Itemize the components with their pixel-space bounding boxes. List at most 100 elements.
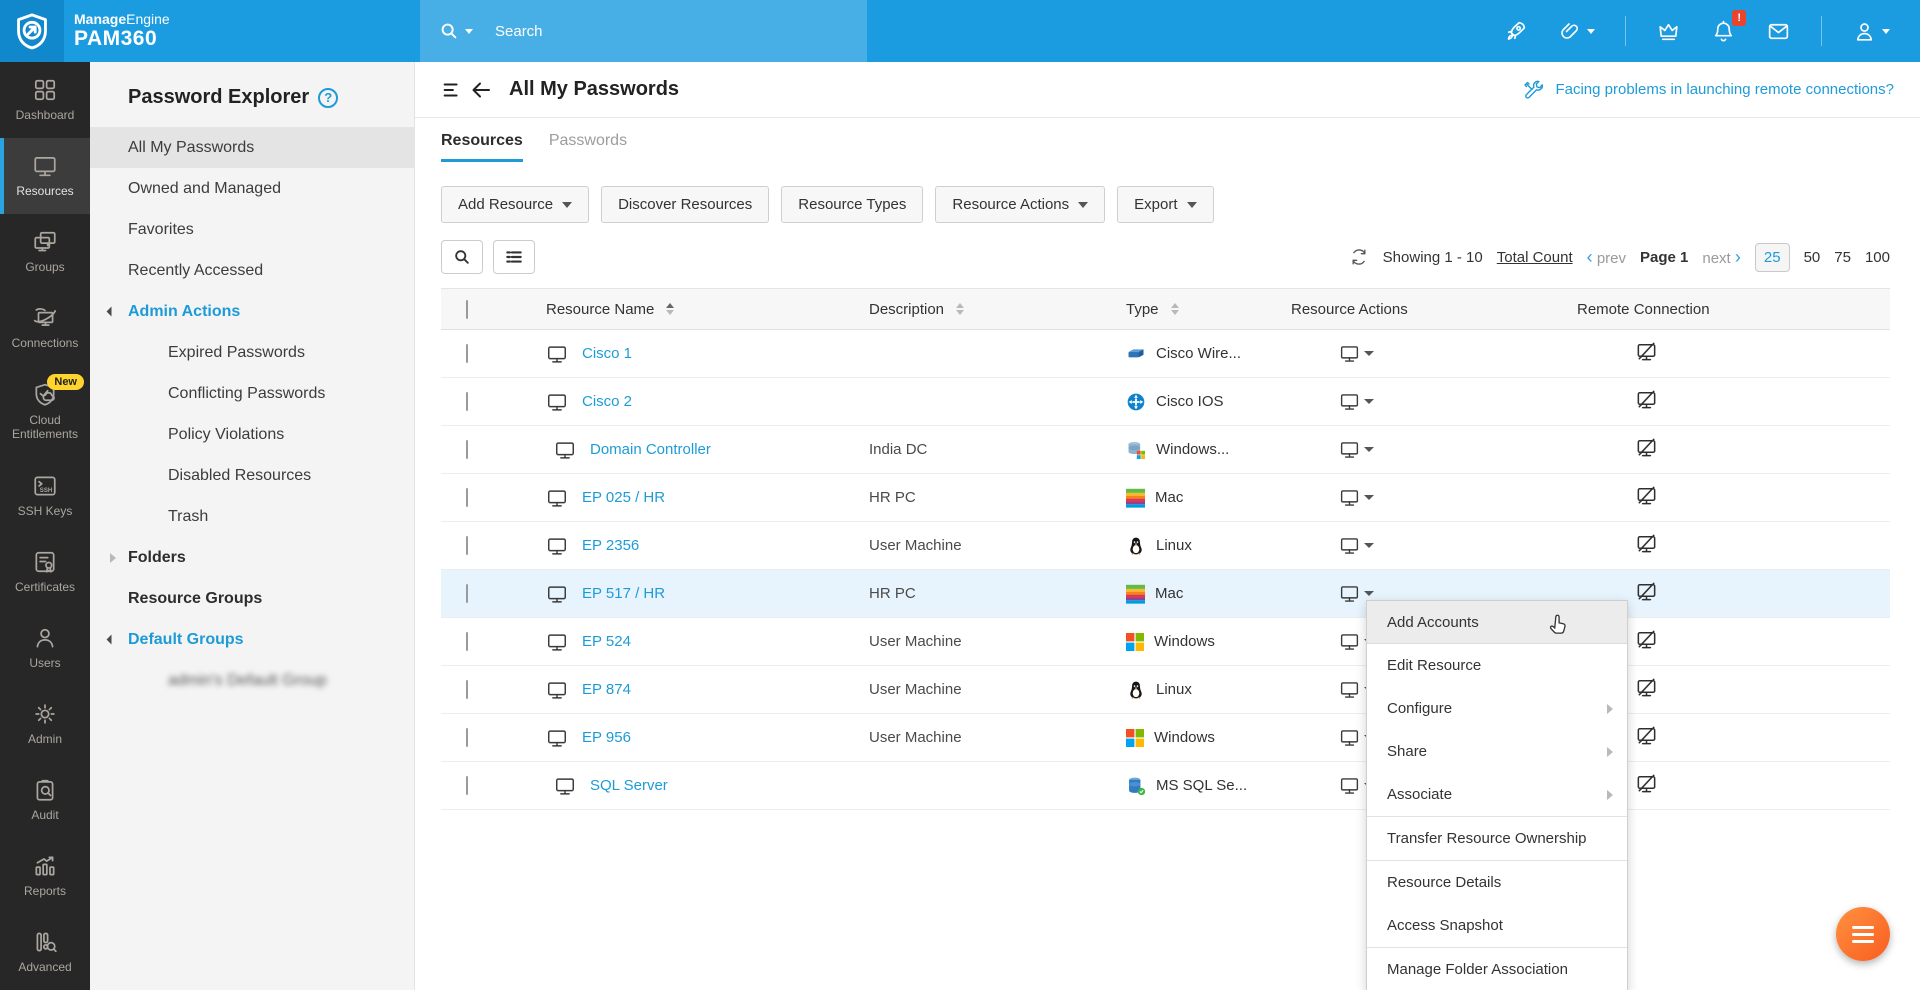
export-button[interactable]: Export [1117, 186, 1214, 223]
messages-button[interactable] [1766, 19, 1791, 44]
next-button[interactable]: next › [1702, 247, 1741, 268]
menu-item-configure[interactable]: Configure [1367, 687, 1627, 730]
row-checkbox[interactable] [466, 487, 468, 507]
resource-name-link[interactable]: Cisco 1 [582, 345, 632, 362]
nav-item-dashboard[interactable]: Dashboard [0, 62, 90, 138]
quick-links-button[interactable] [1558, 19, 1595, 43]
explorer-item-admin-actions[interactable]: Admin Actions [90, 291, 414, 332]
resource-actions-dropdown[interactable] [1289, 535, 1573, 556]
row-checkbox[interactable] [466, 679, 468, 699]
nav-item-admin[interactable]: Admin [0, 686, 90, 762]
resource-name-link[interactable]: EP 517 / HR [582, 585, 665, 602]
remote-connection-disabled[interactable] [1573, 436, 1890, 464]
nav-item-cloud-entitlements[interactable]: New Cloud Entitlements [0, 366, 90, 458]
notifications-button[interactable]: ! [1711, 9, 1746, 44]
menu-item-manage-folder-association[interactable]: Manage Folder Association [1367, 948, 1627, 990]
sort-icon[interactable] [1170, 303, 1179, 315]
global-search[interactable]: Search [420, 0, 867, 62]
explorer-item-conflicting-passwords[interactable]: Conflicting Passwords [90, 373, 414, 414]
explorer-item-trash[interactable]: Trash [90, 496, 414, 537]
resource-name-link[interactable]: SQL Server [590, 777, 668, 794]
resource-actions-dropdown[interactable] [1289, 439, 1573, 460]
column-header-description[interactable]: Description [869, 301, 944, 318]
menu-item-share[interactable]: Share [1367, 730, 1627, 773]
nav-item-reports[interactable]: Reports [0, 838, 90, 914]
row-checkbox[interactable] [466, 775, 468, 795]
tab-resources[interactable]: Resources [441, 132, 523, 162]
row-checkbox[interactable] [466, 343, 468, 363]
menu-item-associate[interactable]: Associate [1367, 773, 1627, 816]
column-header-resource-name[interactable]: Resource Name [546, 301, 654, 318]
row-checkbox[interactable] [466, 583, 468, 603]
nav-item-connections[interactable]: Connections [0, 290, 90, 366]
back-arrow-icon[interactable] [469, 78, 493, 102]
table-search-button[interactable] [441, 240, 483, 274]
pam360-logo[interactable] [0, 0, 64, 62]
explorer-item-resource-groups[interactable]: Resource Groups [90, 578, 414, 619]
expanded-triangle-icon[interactable] [106, 634, 117, 645]
remote-connection-disabled[interactable] [1573, 532, 1890, 560]
page-size-25[interactable]: 25 [1754, 242, 1790, 272]
page-size-50[interactable]: 50 [1804, 249, 1821, 266]
resource-actions-dropdown[interactable] [1289, 487, 1573, 508]
total-count-link[interactable]: Total Count [1497, 249, 1573, 266]
resource-name-link[interactable]: Domain Controller [590, 441, 711, 458]
help-icon[interactable]: ? [318, 87, 339, 108]
nav-item-ssh-keys[interactable]: SSH Keys [0, 458, 90, 534]
remote-connection-disabled[interactable] [1573, 388, 1890, 416]
resource-types-button[interactable]: Resource Types [781, 186, 924, 223]
explorer-item-disabled-resources[interactable]: Disabled Resources [90, 455, 414, 496]
sort-icon[interactable] [956, 303, 965, 315]
resource-actions-dropdown[interactable] [1289, 391, 1573, 412]
user-menu-button[interactable] [1852, 19, 1890, 44]
expanded-triangle-icon[interactable] [106, 306, 117, 317]
explorer-item-folders[interactable]: Folders [90, 537, 414, 578]
row-checkbox[interactable] [466, 439, 468, 459]
column-header-type[interactable]: Type [1126, 301, 1159, 318]
discover-resources-button[interactable]: Discover Resources [601, 186, 770, 223]
resource-name-link[interactable]: EP 524 [582, 633, 631, 650]
explorer-item-default-groups[interactable]: Default Groups [90, 619, 414, 660]
nav-item-resources[interactable]: Resources [0, 138, 90, 214]
whats-new-button[interactable] [1503, 19, 1528, 44]
resource-name-link[interactable]: EP 025 / HR [582, 489, 665, 506]
menu-item-transfer-resource-ownership[interactable]: Transfer Resource Ownership [1367, 817, 1627, 860]
resource-name-link[interactable]: Cisco 2 [582, 393, 632, 410]
explorer-item-favorites[interactable]: Favorites [90, 209, 414, 250]
row-checkbox[interactable] [466, 535, 468, 555]
menu-item-access-snapshot[interactable]: Access Snapshot [1367, 904, 1627, 947]
resource-name-link[interactable]: EP 2356 [582, 537, 639, 554]
tab-passwords[interactable]: Passwords [549, 132, 627, 162]
floating-action-menu-button[interactable] [1836, 907, 1890, 961]
row-checkbox[interactable] [466, 391, 468, 411]
resource-name-link[interactable]: EP 874 [582, 681, 631, 698]
nav-item-advanced[interactable]: Advanced [0, 914, 90, 990]
resource-actions-dropdown[interactable] [1289, 343, 1573, 364]
page-size-100[interactable]: 100 [1865, 249, 1890, 266]
remote-connection-help-link[interactable]: Facing problems in launching remote conn… [1522, 78, 1894, 102]
explorer-item-recently-accessed[interactable]: Recently Accessed [90, 250, 414, 291]
explorer-item-owned-and-managed[interactable]: Owned and Managed [90, 168, 414, 209]
resource-name-link[interactable]: EP 956 [582, 729, 631, 746]
nav-item-groups[interactable]: Groups [0, 214, 90, 290]
explorer-item-all-my-passwords[interactable]: All My Passwords [90, 127, 414, 168]
explorer-item-policy-violations[interactable]: Policy Violations [90, 414, 414, 455]
remote-connection-disabled[interactable] [1573, 340, 1890, 368]
search-scope-caret-icon[interactable] [465, 28, 473, 34]
collapsed-triangle-icon[interactable] [110, 552, 116, 563]
collapse-panel-icon[interactable] [441, 79, 463, 101]
resource-actions-button[interactable]: Resource Actions [935, 186, 1106, 223]
menu-item-edit-resource[interactable]: Edit Resource [1367, 644, 1627, 687]
nav-item-audit[interactable]: Audit [0, 762, 90, 838]
select-all-checkbox[interactable] [466, 299, 468, 319]
nav-item-users[interactable]: Users [0, 610, 90, 686]
remote-connection-disabled[interactable] [1573, 484, 1890, 512]
column-view-button[interactable] [493, 240, 535, 274]
page-size-75[interactable]: 75 [1834, 249, 1851, 266]
refresh-icon[interactable] [1349, 247, 1369, 267]
sort-icon[interactable] [666, 303, 675, 315]
row-checkbox[interactable] [466, 631, 468, 651]
add-resource-button[interactable]: Add Resource [441, 186, 590, 223]
menu-item-resource-details[interactable]: Resource Details [1367, 861, 1627, 904]
row-checkbox[interactable] [466, 727, 468, 747]
